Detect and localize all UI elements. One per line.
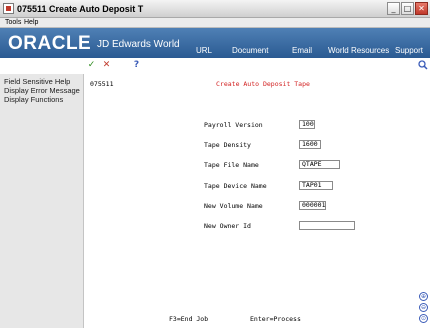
app-icon (3, 3, 14, 14)
window-title-bar: 075511 Create Auto Deposit T _ □ ✕ (0, 0, 430, 18)
cancel-icon[interactable]: ✕ (101, 60, 112, 71)
main-screen: 075511 Create Auto Deposit Tape Payroll … (85, 74, 418, 328)
target-icon[interactable]: ⊙ (419, 314, 428, 323)
oracle-logo: ORACLE (8, 33, 92, 54)
tape-device-name-label: Tape Device Name (204, 182, 267, 190)
left-item-field-sensitive-help[interactable]: Field Sensitive Help (4, 77, 70, 86)
right-control-column: ⊕ ⊖ ⊙ (418, 74, 430, 328)
minimize-button[interactable]: _ (387, 2, 400, 15)
payroll-version-label: Payroll Version (204, 121, 263, 129)
left-function-panel: Field Sensitive Help Display Error Messa… (0, 74, 84, 328)
payroll-version-input[interactable]: 100 (299, 120, 315, 129)
tape-density-label: Tape Density (204, 141, 251, 149)
tape-file-name-label: Tape File Name (204, 161, 259, 169)
oracle-banner: ORACLE JD Edwards World URL Document Ema… (0, 28, 430, 58)
tape-density-input[interactable]: 1600 (299, 140, 321, 149)
toolbar: ✓ ✕ ? (0, 58, 430, 74)
nav-world-resources-link[interactable]: World Resources (328, 46, 389, 55)
search-icon[interactable] (417, 60, 428, 71)
window-title: 075511 Create Auto Deposit T (17, 4, 144, 14)
zoom-in-icon[interactable]: ⊕ (419, 292, 428, 301)
close-button[interactable]: ✕ (415, 2, 428, 15)
new-volume-name-label: New Volume Name (204, 202, 263, 210)
help-icon[interactable]: ? (131, 60, 142, 71)
tape-file-name-input[interactable]: QTAPE (299, 160, 340, 169)
new-volume-name-input[interactable]: 000001 (299, 201, 326, 210)
fkey-enter-process[interactable]: Enter=Process (250, 315, 301, 323)
window-controls: _ □ ✕ (387, 2, 428, 15)
nav-support-link[interactable]: Support (395, 46, 423, 55)
tape-device-name-input[interactable]: TAP01 (299, 181, 333, 190)
checkmark-icon[interactable]: ✓ (86, 60, 97, 71)
zoom-out-icon[interactable]: ⊖ (419, 303, 428, 312)
new-owner-id-label: New Owner Id (204, 222, 251, 230)
left-item-display-functions[interactable]: Display Functions (4, 95, 63, 104)
menu-bar: Tools Help (0, 18, 430, 28)
program-id: 075511 (90, 80, 114, 88)
nav-url-link[interactable]: URL (196, 46, 212, 55)
new-owner-id-input[interactable] (299, 221, 355, 230)
maximize-button[interactable]: □ (401, 2, 414, 15)
menu-tools[interactable]: Tools (5, 18, 21, 28)
fkey-end-job[interactable]: F3=End Job (169, 315, 208, 323)
left-item-display-error-message[interactable]: Display Error Message (4, 86, 80, 95)
screen-title: Create Auto Deposit Tape (216, 80, 310, 88)
product-name: JD Edwards World (97, 39, 180, 50)
nav-email-link[interactable]: Email (292, 46, 312, 55)
menu-help[interactable]: Help (24, 18, 38, 28)
nav-document-link[interactable]: Document (232, 46, 268, 55)
